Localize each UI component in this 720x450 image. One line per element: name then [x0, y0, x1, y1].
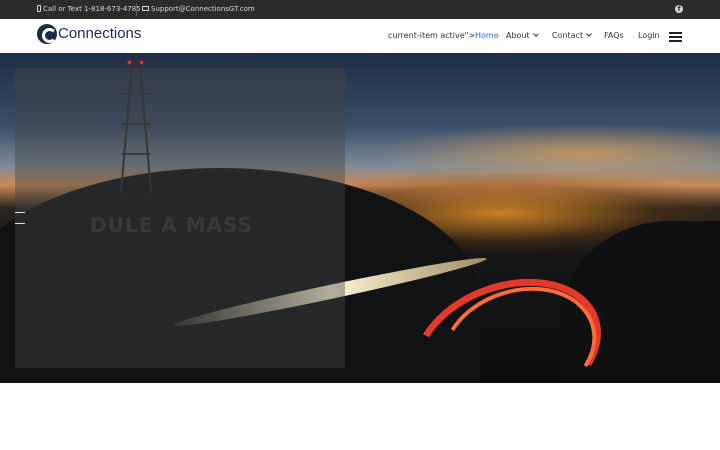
- nav-home-prefix: current-item active">: [388, 31, 476, 40]
- nav-item-faqs[interactable]: FAQs: [604, 31, 624, 41]
- nav-item-contact[interactable]: Contact: [552, 31, 592, 41]
- topbar-divider: [136, 3, 137, 16]
- logo-text: Connections: [58, 25, 142, 42]
- chevron-down-icon: [586, 31, 592, 37]
- nav-contact-label: Contact: [552, 31, 584, 40]
- email-contact[interactable]: Support@ConnectionsGT.com: [142, 5, 255, 14]
- slider-dash-icon[interactable]: [15, 223, 25, 224]
- phone-contact[interactable]: Call or Text 1-818-673-4785: [37, 5, 141, 14]
- email-text: Support@ConnectionsGT.com: [151, 5, 255, 13]
- nav-about-label: About: [506, 31, 530, 40]
- site-header: Connections current-item active"> Home A…: [0, 19, 720, 53]
- nav-item-login[interactable]: Login: [638, 31, 660, 41]
- phone-text: Call or Text 1-818-673-4785: [43, 5, 141, 13]
- slider-dash-icon[interactable]: [15, 212, 25, 213]
- top-info-bar: Call or Text 1-818-673-4785 Support@Conn…: [0, 0, 720, 19]
- facebook-icon[interactable]: f: [675, 5, 683, 13]
- phone-icon: [37, 5, 41, 12]
- logo-c-icon: [37, 24, 57, 44]
- hero-text-overlay: [15, 68, 345, 368]
- nav-item-about[interactable]: About: [506, 31, 539, 41]
- chevron-down-icon: [532, 31, 539, 37]
- envelope-icon: [142, 6, 149, 11]
- hamburger-menu-icon[interactable]: [669, 32, 682, 42]
- nav-item-home[interactable]: Home: [475, 31, 499, 41]
